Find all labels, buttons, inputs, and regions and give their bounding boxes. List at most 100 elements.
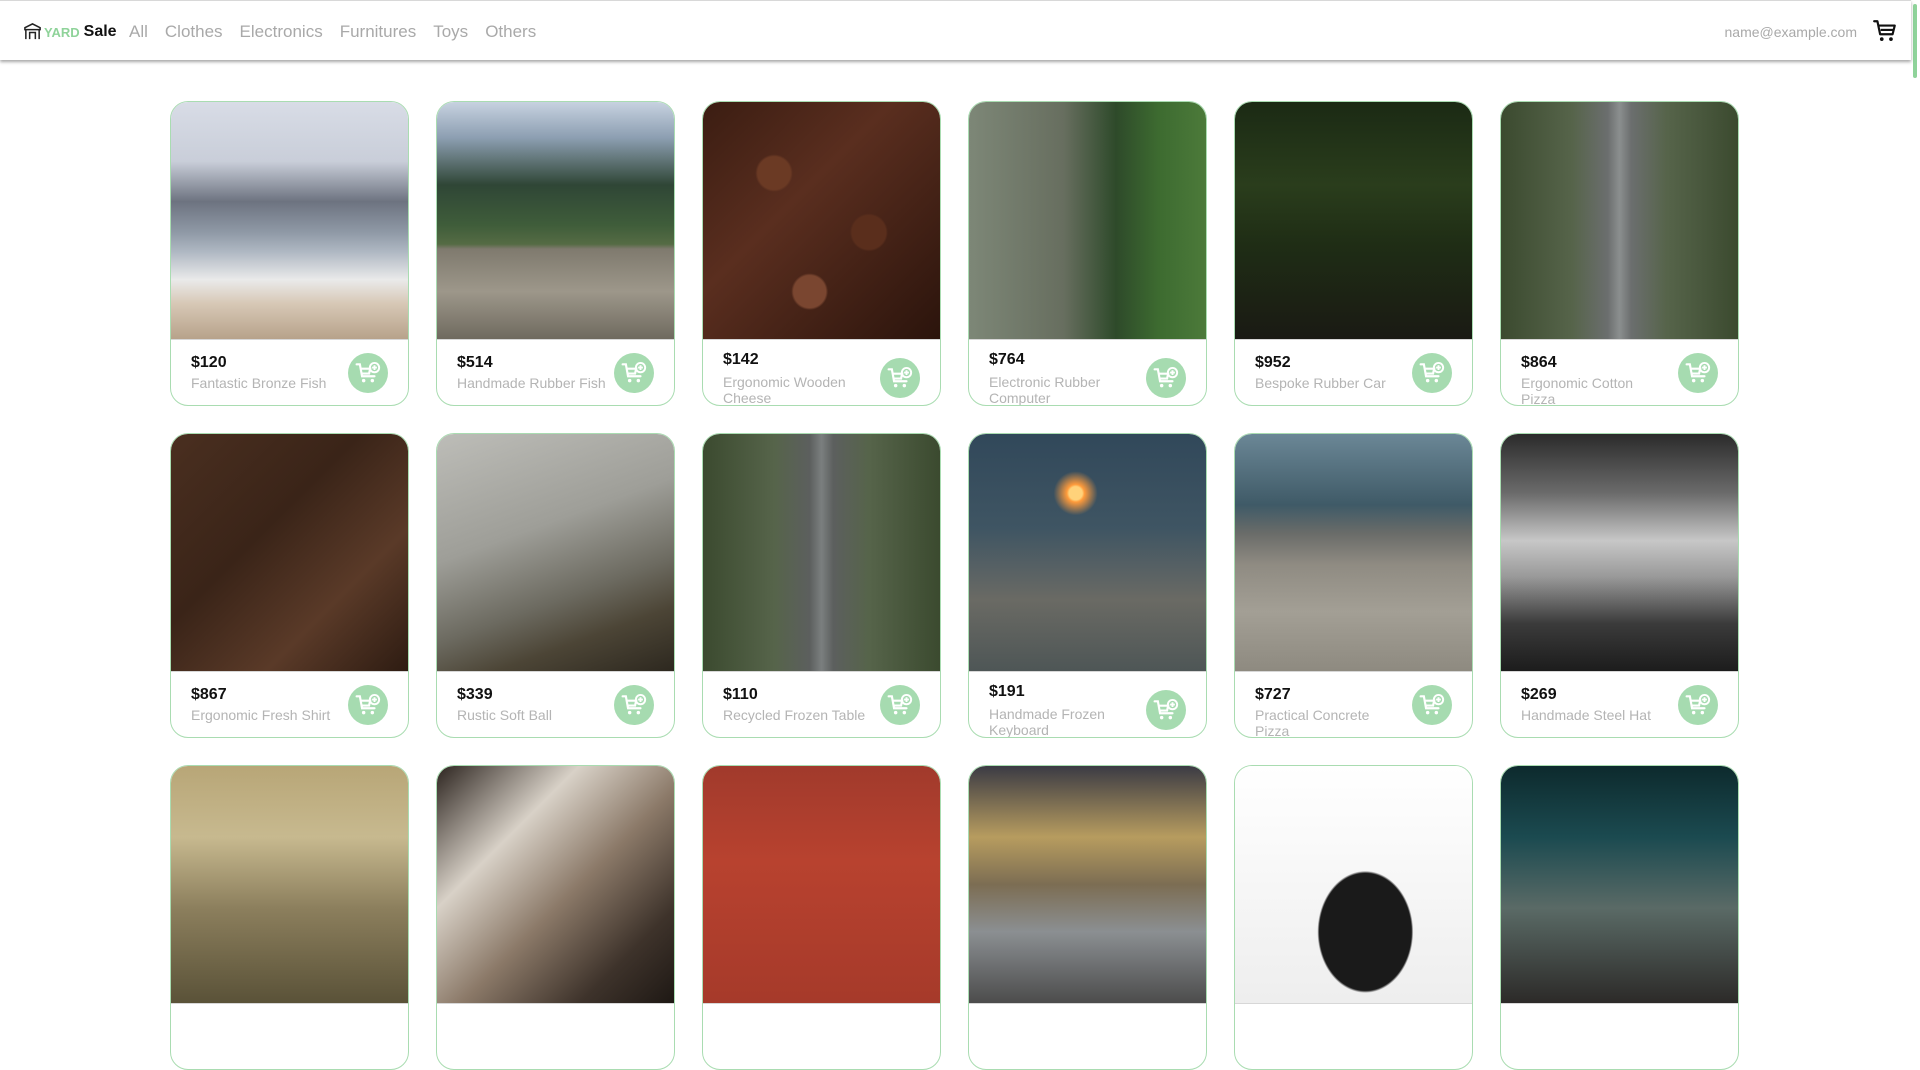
add-to-cart-button[interactable]	[614, 353, 654, 393]
storefront-icon	[24, 22, 41, 39]
nav-link-electronics[interactable]: Electronics	[240, 22, 323, 42]
product-name: Recycled Frozen Table	[723, 707, 866, 723]
product-price: $727	[1255, 686, 1291, 703]
product-name: Handmade Frozen Keyboard	[989, 706, 1105, 738]
product-name: Handmade Steel Hat	[1521, 707, 1651, 723]
product-card[interactable]: $864 Ergonomic Cotton Pizza	[1500, 101, 1739, 406]
product-image[interactable]	[1501, 766, 1738, 1004]
shopping-cart-icon[interactable]	[1872, 18, 1898, 44]
product-price: $142	[723, 351, 759, 368]
add-to-cart-icon	[1419, 693, 1445, 715]
product-card[interactable]	[170, 765, 409, 1070]
page-scrollbar[interactable]	[1911, 0, 1920, 928]
product-image[interactable]	[1501, 102, 1738, 340]
product-name: Bespoke Rubber Car	[1255, 375, 1386, 391]
product-card[interactable]	[1234, 765, 1473, 1070]
top-navbar: YARD Sale All Clothes Electronics Furnit…	[0, 0, 1911, 60]
add-to-cart-icon	[1685, 693, 1711, 715]
add-to-cart-icon	[621, 361, 647, 383]
add-to-cart-button[interactable]	[1678, 353, 1718, 393]
category-nav: All Clothes Electronics Furnitures Toys …	[129, 22, 553, 42]
product-image[interactable]	[969, 102, 1206, 340]
product-name: Practical Concrete Pizza	[1255, 707, 1370, 738]
product-card[interactable]: $764 Electronic Rubber Computer	[968, 101, 1207, 406]
product-name: Fantastic Bronze Fish	[191, 375, 327, 391]
product-image[interactable]	[969, 766, 1206, 1004]
product-image[interactable]	[437, 766, 674, 1004]
product-name: Rustic Soft Ball	[457, 707, 552, 723]
add-to-cart-icon	[355, 361, 381, 383]
scrollbar-thumb[interactable]	[1913, 4, 1917, 78]
product-name: Handmade Rubber Fish	[457, 375, 606, 391]
product-name: Ergonomic Cotton Pizza	[1521, 375, 1634, 406]
add-to-cart-button[interactable]	[348, 353, 388, 393]
product-card[interactable]	[1500, 765, 1739, 1070]
product-price: $764	[989, 351, 1025, 368]
nav-link-toys[interactable]: Toys	[433, 22, 468, 42]
product-image[interactable]	[437, 102, 674, 340]
add-to-cart-icon	[355, 693, 381, 715]
product-image[interactable]	[437, 434, 674, 672]
add-to-cart-button[interactable]	[1146, 358, 1186, 398]
product-card[interactable]: $120 Fantastic Bronze Fish	[170, 101, 409, 406]
product-image[interactable]	[1235, 766, 1472, 1004]
logo-sale-text: Sale	[83, 22, 117, 40]
product-price: $864	[1521, 354, 1557, 371]
product-card[interactable]: $514 Handmade Rubber Fish	[436, 101, 675, 406]
product-card[interactable]	[968, 765, 1207, 1070]
add-to-cart-button[interactable]	[348, 685, 388, 725]
product-card[interactable]: $142 Ergonomic Wooden Cheese	[702, 101, 941, 406]
product-price: $952	[1255, 354, 1291, 371]
product-card[interactable]	[436, 765, 675, 1070]
add-to-cart-icon	[1419, 361, 1445, 383]
add-to-cart-icon	[1153, 698, 1179, 720]
nav-link-furnitures[interactable]: Furnitures	[340, 22, 417, 42]
product-price: $110	[723, 686, 758, 703]
add-to-cart-button[interactable]	[1146, 690, 1186, 730]
product-price: $269	[1521, 686, 1557, 703]
product-image[interactable]	[1235, 434, 1472, 672]
add-to-cart-icon	[1685, 361, 1711, 383]
product-price: $120	[191, 354, 227, 371]
user-email[interactable]: name@example.com	[1725, 24, 1858, 40]
add-to-cart-icon	[887, 693, 913, 715]
add-to-cart-button[interactable]	[1412, 685, 1452, 725]
add-to-cart-button[interactable]	[614, 685, 654, 725]
product-price: $191	[989, 683, 1025, 700]
product-image[interactable]	[703, 434, 940, 672]
logo-yard-text: YARD	[44, 24, 80, 40]
add-to-cart-icon	[1153, 366, 1179, 388]
logo[interactable]: YARD Sale	[23, 20, 117, 42]
product-card[interactable]: $191 Handmade Frozen Keyboard	[968, 433, 1207, 738]
product-card[interactable]	[702, 765, 941, 1070]
product-card[interactable]: $867 Ergonomic Fresh Shirt	[170, 433, 409, 738]
product-image[interactable]	[171, 434, 408, 672]
product-price: $867	[191, 686, 227, 703]
product-name: Ergonomic Wooden Cheese	[723, 374, 846, 406]
add-to-cart-button[interactable]	[1678, 685, 1718, 725]
add-to-cart-button[interactable]	[1412, 353, 1452, 393]
product-card[interactable]: $110 Recycled Frozen Table	[702, 433, 941, 738]
product-card[interactable]: $269 Handmade Steel Hat	[1500, 433, 1739, 738]
product-name: Electronic Rubber Computer	[989, 374, 1101, 406]
product-image[interactable]	[969, 434, 1206, 672]
nav-link-others[interactable]: Others	[485, 22, 536, 42]
add-to-cart-button[interactable]	[880, 358, 920, 398]
add-to-cart-button[interactable]	[880, 685, 920, 725]
add-to-cart-icon	[887, 366, 913, 388]
add-to-cart-icon	[621, 693, 647, 715]
product-image[interactable]	[171, 102, 408, 340]
product-card[interactable]: $727 Practical Concrete Pizza	[1234, 433, 1473, 738]
product-price: $514	[457, 354, 493, 371]
product-image[interactable]	[1235, 102, 1472, 340]
product-price: $339	[457, 686, 493, 703]
nav-link-clothes[interactable]: Clothes	[165, 22, 223, 42]
product-image[interactable]	[703, 766, 940, 1004]
product-image[interactable]	[171, 766, 408, 1004]
product-grid: $120 Fantastic Bronze Fish $514 Handmade…	[170, 101, 1739, 1070]
product-image[interactable]	[1501, 434, 1738, 672]
product-card[interactable]: $339 Rustic Soft Ball	[436, 433, 675, 738]
nav-link-all[interactable]: All	[129, 22, 148, 42]
product-card[interactable]: $952 Bespoke Rubber Car	[1234, 101, 1473, 406]
product-image[interactable]	[703, 102, 940, 340]
